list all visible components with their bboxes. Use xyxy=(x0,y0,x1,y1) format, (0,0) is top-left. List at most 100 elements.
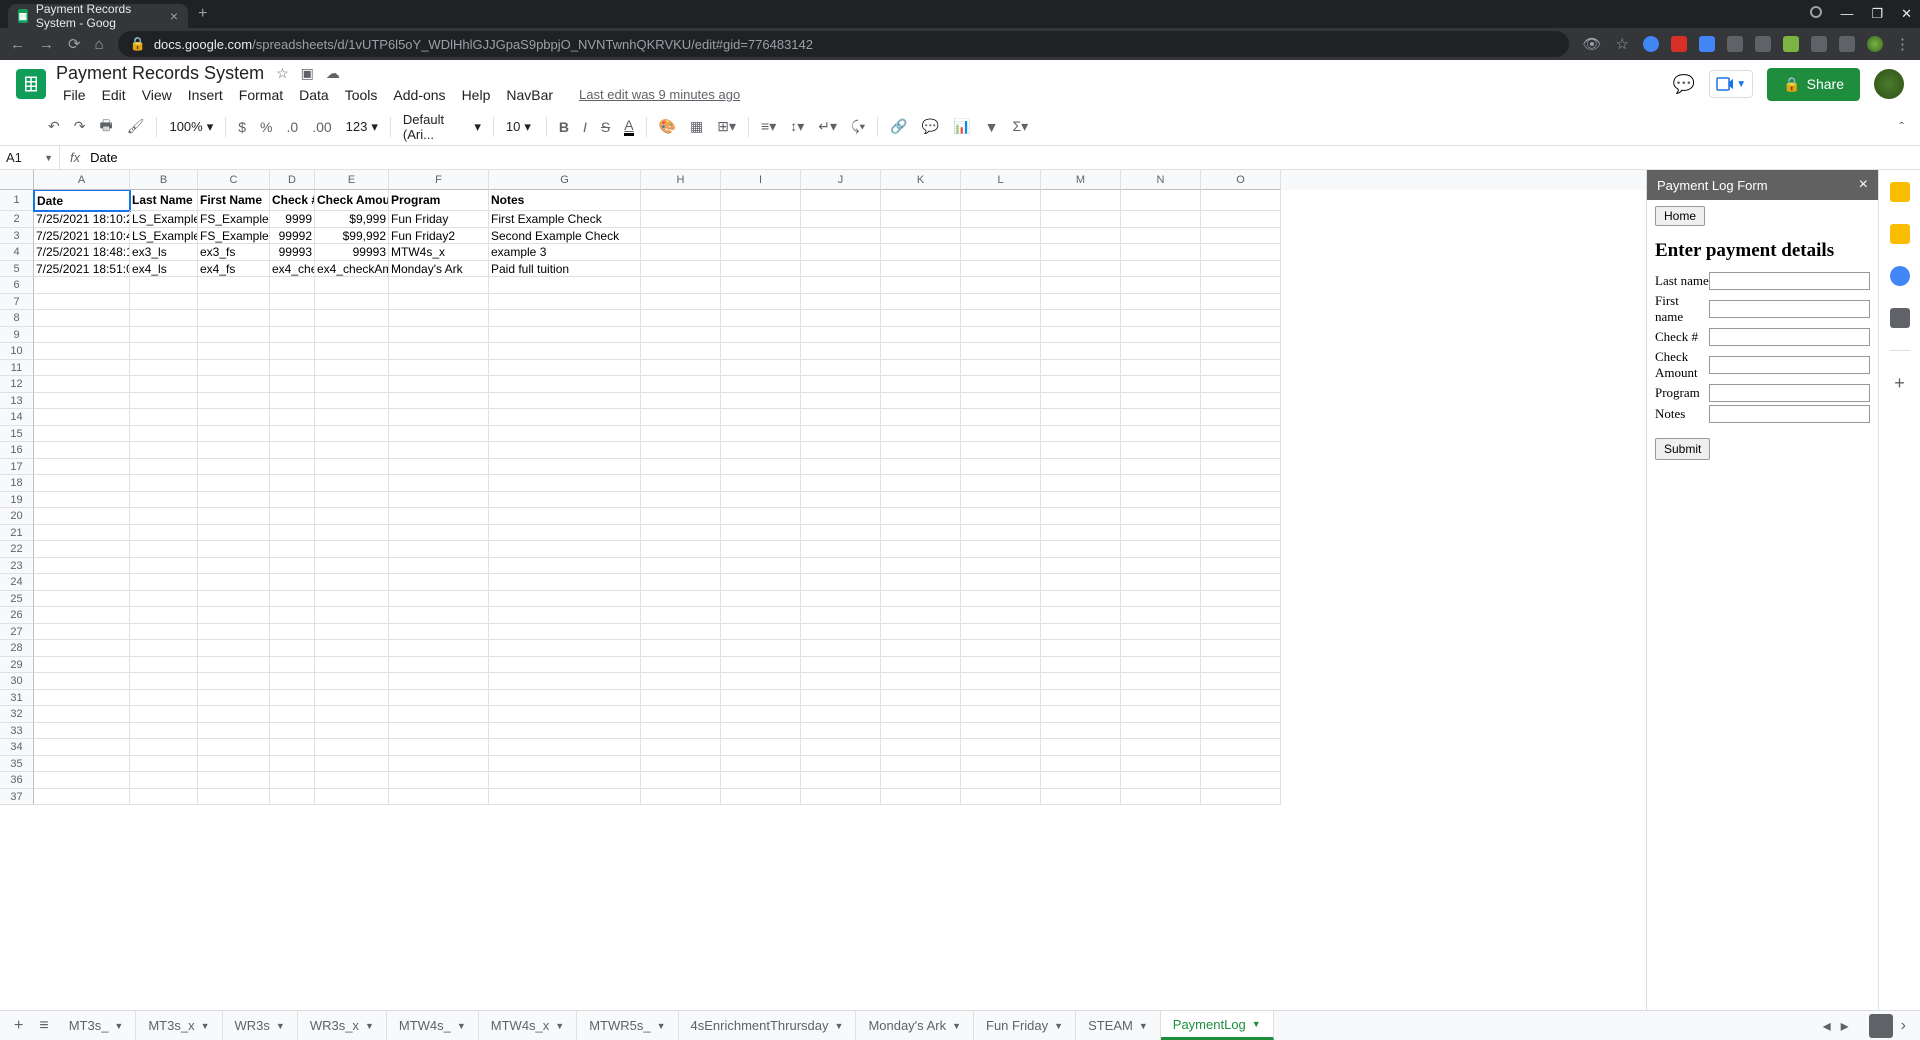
minimize-icon[interactable]: — xyxy=(1840,6,1853,22)
cell[interactable] xyxy=(721,673,801,690)
cell[interactable] xyxy=(389,475,489,492)
row-header[interactable]: 8 xyxy=(0,310,34,327)
cell[interactable] xyxy=(641,525,721,542)
extension-icon[interactable] xyxy=(1755,36,1771,52)
cell[interactable] xyxy=(961,607,1041,624)
cell[interactable] xyxy=(389,327,489,344)
cell[interactable] xyxy=(270,426,315,443)
cell[interactable] xyxy=(34,376,130,393)
column-header[interactable]: M xyxy=(1041,170,1121,190)
cell[interactable] xyxy=(1201,508,1281,525)
cell[interactable]: ex4_checkAmo xyxy=(315,261,389,278)
cell[interactable] xyxy=(1201,772,1281,789)
cell[interactable] xyxy=(34,492,130,509)
cell[interactable] xyxy=(1201,475,1281,492)
cell[interactable] xyxy=(489,508,641,525)
cell[interactable] xyxy=(270,640,315,657)
tasks-rail-icon[interactable] xyxy=(1890,266,1910,286)
cell[interactable] xyxy=(881,426,961,443)
cell[interactable] xyxy=(130,739,198,756)
cell[interactable] xyxy=(641,789,721,806)
cell[interactable] xyxy=(1041,343,1121,360)
cell[interactable] xyxy=(641,574,721,591)
cell[interactable] xyxy=(315,673,389,690)
cell[interactable] xyxy=(1201,591,1281,608)
cell[interactable] xyxy=(1201,673,1281,690)
row-header[interactable]: 5 xyxy=(0,261,34,278)
cell[interactable] xyxy=(270,558,315,575)
undo-icon[interactable]: ↶ xyxy=(42,114,66,139)
cell[interactable] xyxy=(1201,343,1281,360)
cell[interactable] xyxy=(881,690,961,707)
cell[interactable] xyxy=(1041,261,1121,278)
cell[interactable] xyxy=(1121,591,1201,608)
cell[interactable] xyxy=(1041,459,1121,476)
cell[interactable] xyxy=(1121,459,1201,476)
column-header[interactable]: O xyxy=(1201,170,1281,190)
submit-button[interactable]: Submit xyxy=(1655,438,1710,460)
cell[interactable] xyxy=(1041,789,1121,806)
cell[interactable] xyxy=(130,640,198,657)
sheet-tab[interactable]: MTW4s_▼ xyxy=(387,1011,479,1040)
cell[interactable] xyxy=(1041,442,1121,459)
cell[interactable] xyxy=(1201,624,1281,641)
cell[interactable] xyxy=(389,640,489,657)
cell[interactable] xyxy=(130,508,198,525)
cell[interactable] xyxy=(315,591,389,608)
extension-icon[interactable] xyxy=(1699,36,1715,52)
row-header[interactable]: 11 xyxy=(0,360,34,377)
cell[interactable]: Program xyxy=(389,190,489,211)
cell[interactable]: MTW4s_x xyxy=(389,244,489,261)
cell[interactable] xyxy=(198,673,270,690)
cell[interactable] xyxy=(389,343,489,360)
cell[interactable] xyxy=(198,739,270,756)
cell[interactable] xyxy=(721,360,801,377)
cell[interactable] xyxy=(130,607,198,624)
cell[interactable] xyxy=(641,459,721,476)
column-header[interactable]: N xyxy=(1121,170,1201,190)
cell[interactable]: Last Name xyxy=(130,190,198,211)
cell[interactable] xyxy=(881,591,961,608)
cell[interactable] xyxy=(721,739,801,756)
cell[interactable] xyxy=(801,228,881,245)
cell[interactable] xyxy=(1121,706,1201,723)
cell[interactable] xyxy=(198,772,270,789)
cell[interactable] xyxy=(270,376,315,393)
cell[interactable] xyxy=(198,541,270,558)
cell[interactable] xyxy=(801,789,881,806)
cell[interactable] xyxy=(641,393,721,410)
sheet-tab-dropdown-icon[interactable]: ▼ xyxy=(276,1021,285,1031)
cell[interactable] xyxy=(961,277,1041,294)
cell[interactable] xyxy=(130,591,198,608)
cell[interactable] xyxy=(961,772,1041,789)
cell[interactable] xyxy=(801,475,881,492)
move-doc-icon[interactable]: ▣ xyxy=(301,65,314,82)
cell[interactable] xyxy=(315,574,389,591)
row-header[interactable]: 7 xyxy=(0,294,34,311)
cell[interactable] xyxy=(881,541,961,558)
cell[interactable] xyxy=(270,706,315,723)
cell[interactable] xyxy=(1201,574,1281,591)
cell[interactable] xyxy=(315,459,389,476)
share-button[interactable]: 🔒 Share xyxy=(1767,68,1860,101)
cell[interactable] xyxy=(34,343,130,360)
cell[interactable] xyxy=(801,690,881,707)
cell[interactable] xyxy=(315,508,389,525)
percent-icon[interactable]: % xyxy=(254,115,278,139)
cell[interactable] xyxy=(1041,327,1121,344)
cell[interactable] xyxy=(130,475,198,492)
cell[interactable] xyxy=(1201,393,1281,410)
extension-icon[interactable] xyxy=(1783,36,1799,52)
row-header[interactable]: 10 xyxy=(0,343,34,360)
cell[interactable]: Fun Friday2 xyxy=(389,228,489,245)
cell[interactable] xyxy=(641,706,721,723)
cell[interactable] xyxy=(389,525,489,542)
cell[interactable] xyxy=(1041,508,1121,525)
row-header[interactable]: 21 xyxy=(0,525,34,542)
cell[interactable] xyxy=(721,607,801,624)
cell[interactable] xyxy=(130,409,198,426)
cell[interactable]: Check # xyxy=(270,190,315,211)
cell[interactable] xyxy=(34,723,130,740)
cell[interactable] xyxy=(961,376,1041,393)
cell[interactable] xyxy=(34,294,130,311)
